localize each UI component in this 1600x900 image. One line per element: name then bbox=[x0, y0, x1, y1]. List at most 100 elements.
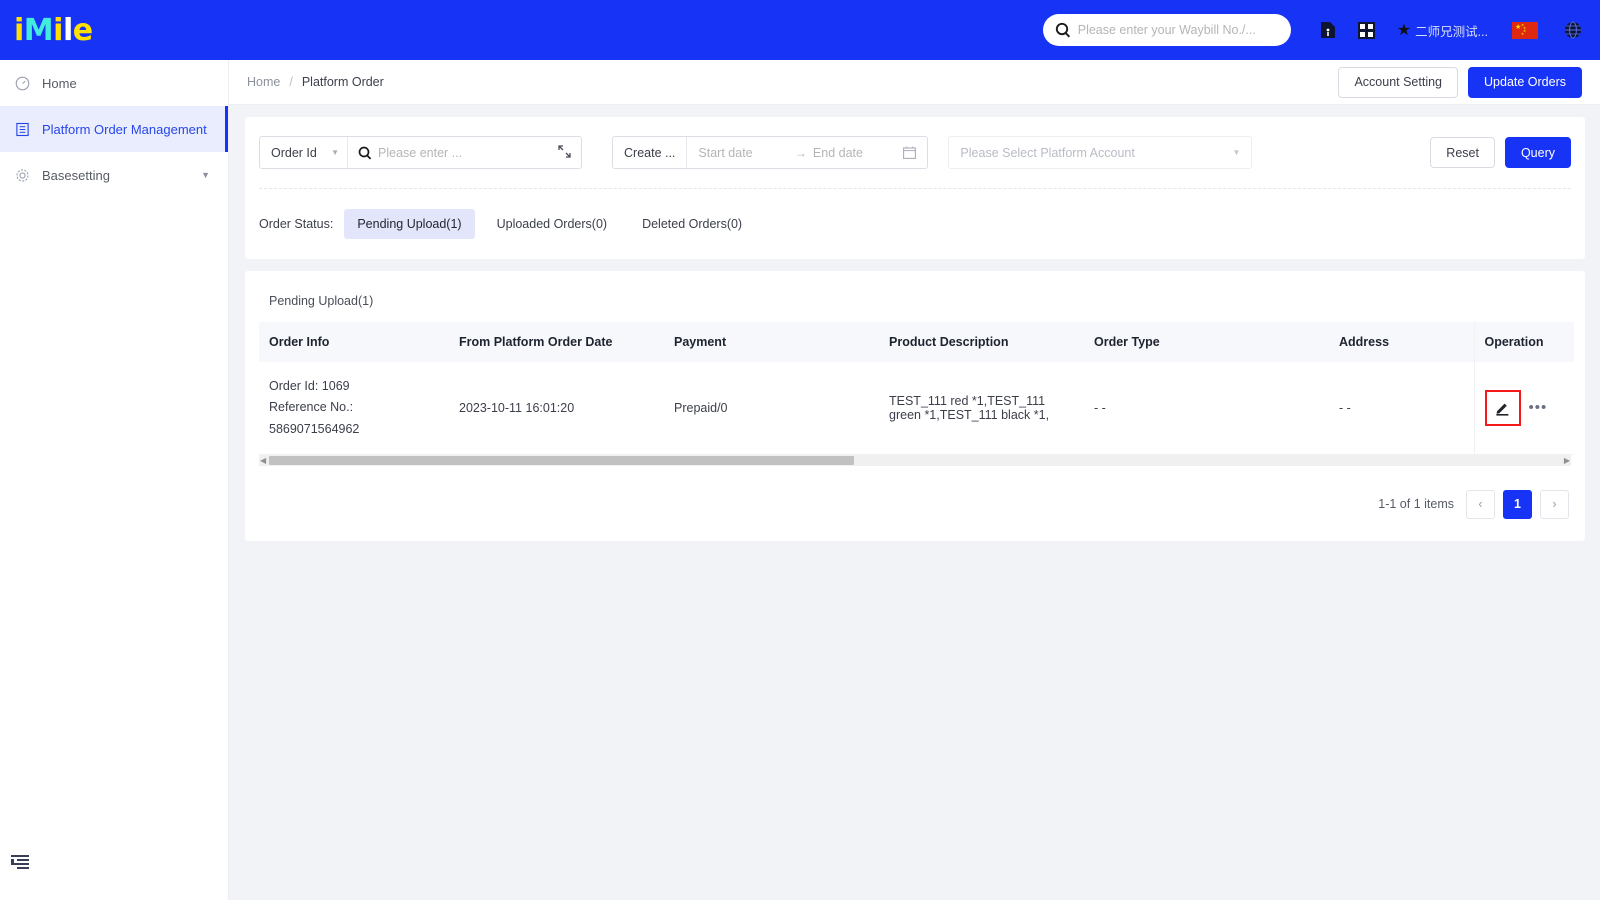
logo-letter: l bbox=[62, 12, 73, 48]
sidebar-item-label: Platform Order Management bbox=[42, 121, 207, 137]
column-header-order-type[interactable]: Order Type bbox=[1084, 322, 1329, 362]
globe-language-icon[interactable] bbox=[1564, 21, 1582, 39]
column-header-address[interactable]: Address bbox=[1329, 322, 1474, 362]
pagination: 1-1 of 1 items ‹ 1 › bbox=[259, 466, 1571, 519]
date-range-picker[interactable]: Start date → End date bbox=[687, 146, 927, 160]
calendar-icon bbox=[903, 146, 917, 159]
gear-icon bbox=[14, 167, 30, 183]
logo-letter: i bbox=[53, 12, 63, 48]
keyword-input-wrap bbox=[348, 145, 558, 160]
sidebar-item-label: Home bbox=[42, 75, 77, 91]
page-action-group: Account Setting Update Orders bbox=[1338, 66, 1582, 98]
column-header-payment[interactable]: Payment bbox=[664, 322, 879, 362]
expand-collapse-icon[interactable] bbox=[558, 144, 581, 161]
order-id-text: Order Id: 1069 bbox=[269, 379, 350, 393]
orders-table-card: Pending Upload(1) Order Info From Platfo… bbox=[245, 271, 1585, 541]
date-field-label[interactable]: Create ... bbox=[613, 137, 688, 168]
column-header-operation: Operation bbox=[1473, 322, 1574, 362]
cell-order-date: 2023-10-11 16:01:20 bbox=[449, 362, 664, 455]
waybill-search-input[interactable] bbox=[1077, 23, 1279, 37]
order-status-row: Order Status: Pending Upload(1) Uploaded… bbox=[259, 189, 1571, 259]
user-account-menu[interactable]: ★ 二师兄测试... bbox=[1397, 20, 1488, 40]
table-row[interactable]: Order Id: 1069 Reference No.: 5869071564… bbox=[259, 362, 1574, 455]
grid-apps-icon[interactable] bbox=[1358, 21, 1376, 39]
logo-letter: e bbox=[72, 12, 93, 48]
pagination-prev-button[interactable]: ‹ bbox=[1466, 489, 1495, 519]
scrollbar-thumb[interactable] bbox=[269, 455, 854, 465]
status-tab-uploaded-orders[interactable]: Uploaded Orders(0) bbox=[484, 209, 620, 239]
field-select-value: Order Id bbox=[271, 145, 317, 160]
list-document-icon bbox=[14, 121, 30, 137]
sidebar-nav: Home Platform Order Management Basesetti… bbox=[0, 60, 229, 900]
table-header-row: Order Info From Platform Order Date Paym… bbox=[259, 322, 1574, 362]
chevron-down-icon: ▼ bbox=[1232, 148, 1241, 157]
keyword-filter-group: Order Id ▼ bbox=[259, 136, 582, 169]
start-date-placeholder: Start date bbox=[698, 145, 753, 160]
operation-buttons: ••• bbox=[1484, 389, 1565, 426]
cell-operation: ••• bbox=[1473, 362, 1574, 455]
logo-letter: M bbox=[23, 12, 54, 48]
pagination-count: 1-1 of 1 items bbox=[1378, 497, 1454, 512]
chevron-down-icon: ▼ bbox=[331, 148, 339, 157]
sidebar-item-basesetting[interactable]: Basesetting ▼ bbox=[0, 152, 228, 198]
cell-product-description: TEST_111 red *1,TEST_111 green *1,TEST_1… bbox=[879, 362, 1084, 455]
cell-order-type: - - bbox=[1084, 362, 1329, 455]
status-tab-pending-upload[interactable]: Pending Upload(1) bbox=[344, 209, 475, 239]
filter-panel: Order Id ▼ Please enter ... Create ... S… bbox=[245, 117, 1585, 259]
imile-logo[interactable]: i M i l e bbox=[14, 13, 93, 48]
pagination-page-1[interactable]: 1 bbox=[1503, 489, 1532, 519]
flag-star-small: ★ bbox=[1521, 31, 1525, 36]
field-select[interactable]: Order Id ▼ bbox=[260, 137, 348, 168]
account-setting-button[interactable]: Account Setting bbox=[1338, 66, 1459, 98]
breadcrumb-separator: / bbox=[289, 75, 293, 89]
more-horizontal-icon[interactable]: ••• bbox=[1529, 399, 1548, 416]
scroll-left-arrow[interactable]: ◀ bbox=[260, 456, 266, 465]
status-tab-deleted-orders[interactable]: Deleted Orders(0) bbox=[629, 209, 755, 239]
table-scroll-area: Order Info From Platform Order Date Paym… bbox=[259, 322, 1574, 466]
column-header-product-description[interactable]: Product Description bbox=[879, 322, 1084, 362]
breadcrumb-item-current: Platform Order bbox=[301, 75, 384, 89]
chevron-down-icon: ▼ bbox=[201, 170, 210, 180]
orders-table: Order Info From Platform Order Date Paym… bbox=[259, 322, 1574, 455]
document-info-icon[interactable] bbox=[1319, 21, 1337, 39]
user-name-label: 二师兄测试... bbox=[1415, 24, 1488, 39]
cell-address: - - bbox=[1329, 362, 1474, 455]
china-flag-icon[interactable]: ★ ★ ★ ★ ★ bbox=[1512, 21, 1538, 39]
logo-letter: i bbox=[14, 12, 24, 48]
date-range-arrow: → bbox=[794, 145, 807, 160]
table-horizontal-scrollbar[interactable]: ◀ ▶ bbox=[259, 454, 1571, 466]
star-icon: ★ bbox=[1396, 22, 1412, 39]
search-icon bbox=[358, 146, 372, 160]
update-orders-button[interactable]: Update Orders bbox=[1468, 66, 1582, 98]
end-date-placeholder: End date bbox=[812, 145, 863, 160]
edit-pencil-icon[interactable] bbox=[1484, 389, 1521, 426]
column-header-order-info[interactable]: Order Info bbox=[259, 322, 449, 362]
sidebar-item-label: Basesetting bbox=[42, 167, 110, 183]
date-range-filter-group: Create ... Start date → End date bbox=[612, 136, 929, 169]
reset-button[interactable]: Reset bbox=[1430, 137, 1495, 168]
filter-row: Order Id ▼ Please enter ... Create ... S… bbox=[259, 117, 1571, 189]
platform-account-select[interactable]: Please Select Platform Account ▼ bbox=[948, 136, 1253, 169]
scroll-right-arrow[interactable]: ▶ bbox=[1564, 456, 1570, 465]
sidebar-item-home[interactable]: Home bbox=[0, 60, 228, 106]
column-header-from-platform-order-date[interactable]: From Platform Order Date bbox=[449, 322, 664, 362]
table-tab-pending-upload[interactable]: Pending Upload(1) bbox=[259, 286, 1571, 322]
keyword-input[interactable] bbox=[378, 145, 548, 160]
cell-payment: Prepaid/0 bbox=[664, 362, 879, 455]
order-status-label: Order Status: bbox=[259, 217, 334, 231]
breadcrumb-bar: Home / Platform Order Account Setting Up… bbox=[229, 60, 1600, 105]
waybill-search-box[interactable] bbox=[1042, 14, 1291, 46]
query-button[interactable]: Query bbox=[1504, 137, 1571, 168]
breadcrumb-item-home[interactable]: Home bbox=[247, 75, 280, 89]
platform-account-placeholder: Please Select Platform Account bbox=[960, 145, 1135, 160]
sidebar-item-platform-order-management[interactable]: Platform Order Management bbox=[0, 106, 228, 152]
reference-no-text: Reference No.: 5869071564962 bbox=[269, 400, 360, 436]
app-header: i M i l e Please enter your Waybill No./… bbox=[0, 0, 1600, 60]
search-icon bbox=[1055, 22, 1071, 38]
filter-action-group: Reset Query bbox=[1430, 137, 1571, 168]
cell-order-info: Order Id: 1069 Reference No.: 5869071564… bbox=[259, 362, 449, 455]
pagination-next-button[interactable]: › bbox=[1540, 489, 1569, 519]
dashboard-icon bbox=[14, 75, 30, 91]
sidebar-collapse-icon[interactable] bbox=[10, 852, 30, 872]
main-content: Home / Platform Order Account Setting Up… bbox=[229, 60, 1600, 900]
